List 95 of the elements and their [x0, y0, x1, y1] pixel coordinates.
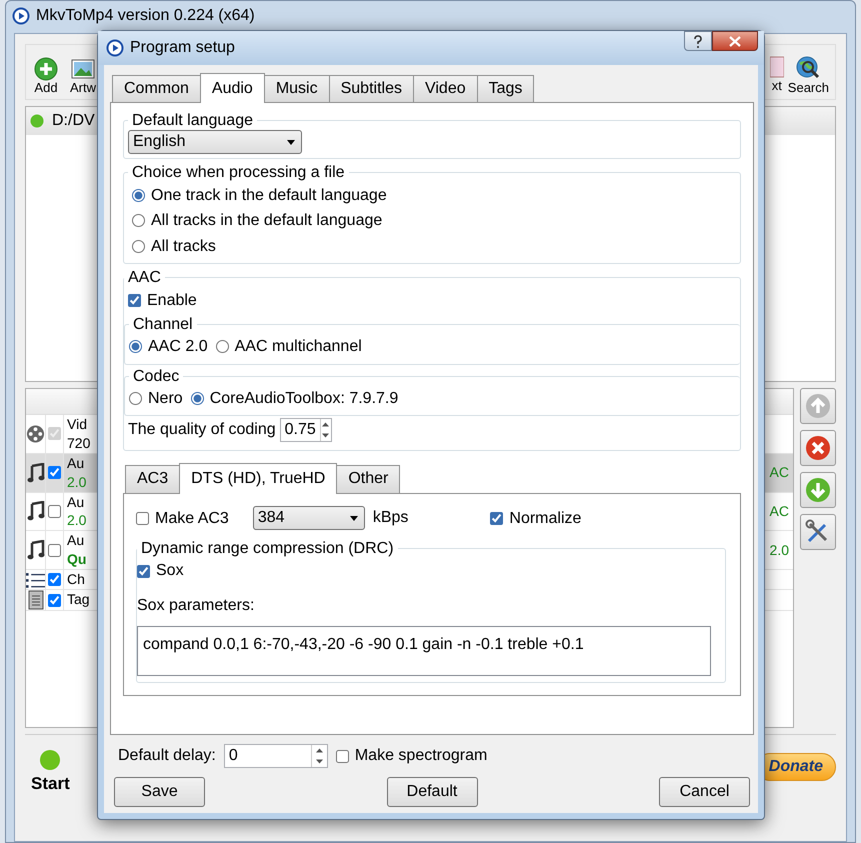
group-label: Dynamic range compression (DRC): [140, 539, 395, 558]
group-label: AAC: [127, 268, 162, 288]
option-label: AAC multichannel: [234, 337, 362, 358]
delay-spinbox[interactable]: 0: [224, 744, 328, 768]
option-label: All tracks: [151, 236, 216, 257]
dropdown-caret-icon: [350, 516, 358, 521]
start-dot-icon: [39, 749, 62, 771]
toolbar-button[interactable]: Search: [786, 54, 831, 95]
quality-label: The quality of coding: [128, 420, 276, 440]
move-up-button[interactable]: [800, 388, 836, 424]
group-label: Choice when processing a file: [131, 163, 346, 183]
track-title: Vid: [67, 415, 88, 434]
group-label: Default language: [131, 111, 254, 130]
tools-button[interactable]: [800, 514, 836, 550]
option-label: Enable: [147, 290, 197, 311]
checkbox[interactable]: [137, 564, 150, 578]
document-icon[interactable]: [770, 54, 784, 79]
status-dot-icon: [30, 114, 44, 128]
tab[interactable]: Tags: [476, 75, 534, 102]
track-checkbox[interactable]: [48, 504, 61, 518]
dialog-title: Program setup: [130, 38, 235, 58]
music-note-icon: [26, 501, 44, 522]
move-down-button[interactable]: [800, 472, 836, 508]
tab[interactable]: Other: [336, 465, 400, 493]
file-path[interactable]: D:/DV: [52, 109, 95, 133]
picture-icon[interactable]: [71, 56, 95, 81]
notepad-icon: [26, 590, 44, 610]
track-detail: 2.0: [67, 472, 86, 492]
delay-label: Default delay:: [118, 746, 216, 766]
tab[interactable]: DTS (HD), TrueHD: [179, 463, 338, 494]
tab[interactable]: Music: [264, 75, 330, 102]
quality-spinbox[interactable]: 0.75: [280, 418, 332, 442]
add-icon[interactable]: [34, 56, 58, 81]
language-dropdown[interactable]: English: [128, 130, 302, 154]
window-title: MkvToMp4 version 0.224 (x64): [36, 6, 255, 26]
save-button[interactable]: Save: [114, 777, 205, 807]
option-label: AAC 2.0: [148, 337, 208, 358]
toolbar-button[interactable]: Add: [30, 56, 62, 95]
close-icon: [729, 36, 741, 46]
arrow-up-icon: [805, 393, 831, 419]
radio-button[interactable]: [132, 240, 145, 254]
option-label: Normalize: [509, 508, 582, 529]
help-button[interactable]: [684, 31, 712, 51]
cancel-button[interactable]: Cancel: [659, 777, 750, 807]
start-button[interactable]: Start: [25, 749, 76, 796]
parameters-field[interactable]: compand 0.0,1 6:-70,-43,-20 -6 -90 0.1 gain -n -0.1 treble +0.1: [137, 626, 711, 676]
track-detail: 720: [67, 434, 90, 453]
radio-button[interactable]: [129, 392, 142, 406]
radio-button[interactable]: [132, 214, 145, 228]
close-button[interactable]: [712, 31, 758, 51]
option-label: All tracks in the default language: [151, 211, 382, 232]
tab[interactable]: AC3: [125, 465, 180, 493]
track-checkbox[interactable]: [48, 573, 61, 586]
music-note-icon: [26, 462, 44, 483]
app-logo-icon: [106, 39, 124, 57]
checkbox[interactable]: [128, 294, 141, 307]
parameters-label: Sox parameters:: [137, 596, 256, 616]
remove-button[interactable]: [800, 430, 836, 466]
track-checkbox[interactable]: [48, 466, 61, 480]
track-codec: AC: [770, 463, 790, 482]
tab[interactable]: Audio: [200, 73, 265, 104]
track-title: Ch: [67, 570, 85, 590]
app-logo-icon: [12, 7, 30, 25]
option-label: Make spectrogram: [354, 746, 488, 766]
dropdown-caret-icon: [287, 140, 295, 145]
close-icon: [805, 435, 831, 461]
music-note-icon: [26, 540, 44, 560]
group-label: Channel: [132, 314, 194, 334]
checkbox[interactable]: [136, 512, 149, 525]
default-button[interactable]: Default: [386, 777, 478, 807]
option-label: Make AC3: [155, 508, 229, 529]
option-label: Sox: [156, 561, 184, 582]
option-label: Nero: [148, 388, 183, 409]
track-checkbox[interactable]: [48, 544, 61, 557]
radio-button[interactable]: [129, 340, 142, 354]
track-title: Au: [67, 454, 86, 473]
unit-label: kBps: [372, 508, 408, 528]
bitrate-dropdown[interactable]: 384: [252, 506, 365, 530]
arrow-down-icon: [805, 477, 831, 503]
checkbox[interactable]: [490, 512, 504, 525]
tab[interactable]: Common: [112, 75, 201, 102]
tab[interactable]: Subtitles: [328, 75, 414, 102]
toolbar-button[interactable]: xt: [768, 54, 786, 95]
radio-button[interactable]: [190, 392, 204, 406]
group-label: Codec: [132, 366, 180, 386]
help-icon: [693, 34, 703, 49]
option-label: One track in the default language: [151, 186, 387, 206]
list-icon: [26, 570, 45, 589]
checkbox[interactable]: [336, 750, 349, 763]
option-label: CoreAudioToolbox: 7.9.7.9: [210, 388, 398, 409]
track-checkbox[interactable]: [48, 594, 61, 607]
radio-button[interactable]: [132, 188, 145, 202]
radio-button[interactable]: [216, 340, 229, 354]
tab[interactable]: Video: [412, 75, 478, 102]
search-icon[interactable]: [795, 54, 822, 81]
